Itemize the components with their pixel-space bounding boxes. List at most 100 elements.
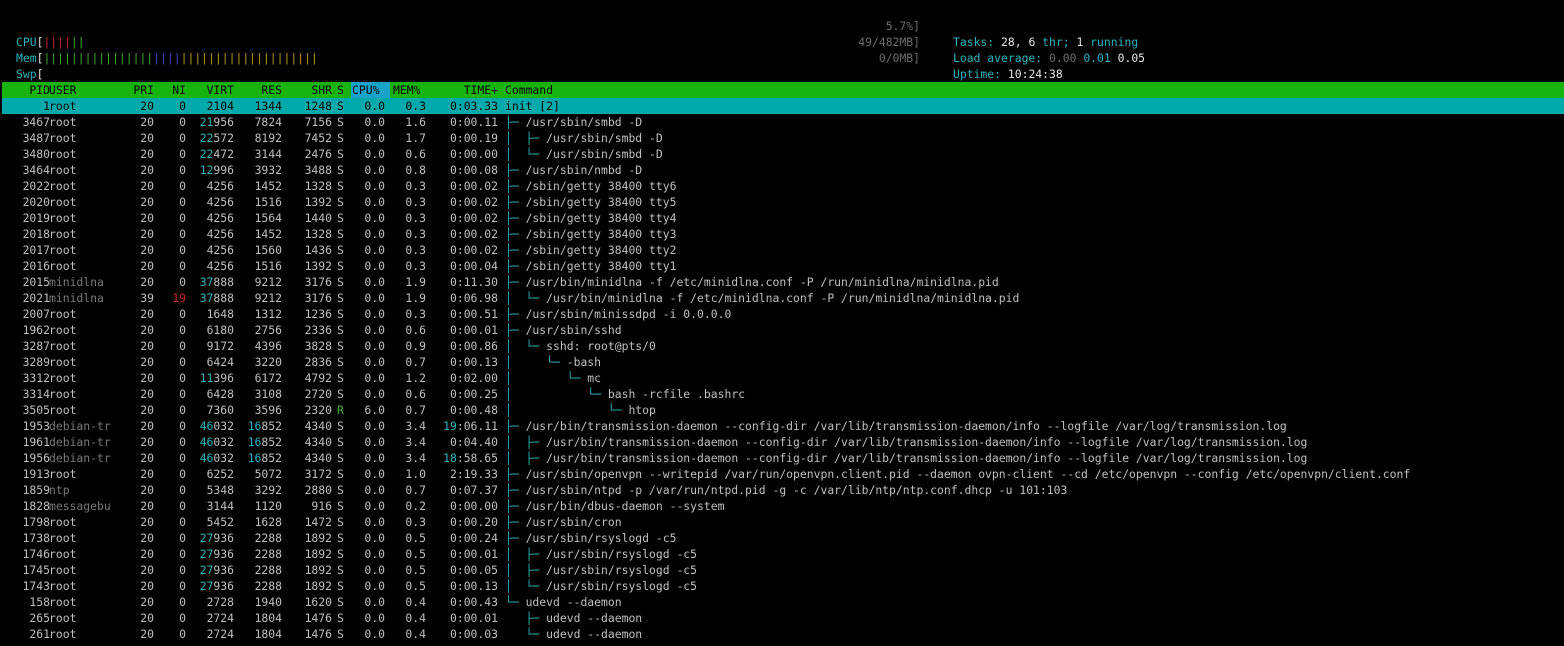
column-pri[interactable]: PRI [122, 82, 154, 98]
process-cpu: 0.0 [364, 163, 385, 177]
process-row[interactable]: 1798 root 20 0 5452 1628 1472 S 0.0 0.3 0:00.20 ├─ … [2, 514, 1564, 530]
column-time[interactable]: TIME+ [428, 82, 498, 98]
column-mem[interactable]: MEM% [393, 82, 420, 98]
process-row[interactable]: 1953 debian-tr 20 0 46032 16852 4340 S 0.0 3.4 19:… [2, 418, 1564, 434]
process-mem: 0.3 [405, 195, 426, 209]
process-shr: 2476 [304, 147, 332, 161]
process-row[interactable]: 2020 root 20 0 4256 1516 1392 S 0.0 0.3 0:00.02 ├─ … [2, 194, 1564, 210]
process-row[interactable]: 3467 root 20 0 21956 7824 7156 S 0.0 1.6 0:00.11 ├─… [2, 114, 1564, 130]
process-mem: 3.4 [405, 451, 426, 465]
process-res: 3292 [254, 483, 282, 497]
process-row[interactable]: 3505 root 20 0 7360 3596 2320 R 6.0 0.7 0:00.48 │ └… [2, 402, 1564, 418]
process-cpu: 0.0 [364, 563, 385, 577]
process-pri: 20 [140, 147, 154, 161]
process-virt: 6180 [206, 323, 234, 337]
process-state: R [337, 403, 344, 417]
process-row[interactable]: 261 root 20 0 2724 1804 1476 S 0.0 0.4 0:00.03 └─ … [2, 626, 1564, 642]
process-command-text: /sbin/getty 38400 tty1 [525, 259, 677, 273]
process-row[interactable]: 1738 root 20 0 27936 2288 1892 S 0.0 0.5 0:00.24 ├─… [2, 530, 1564, 546]
process-row[interactable]: 265 root 20 0 2724 1804 1476 S 0.0 0.4 0:00.01 ├─ … [2, 610, 1564, 626]
process-row[interactable]: 1828 messagebu 20 0 3144 1120 916 S 0.0 0.2 0:00.0… [2, 498, 1564, 514]
process-row[interactable]: 3314 root 20 0 6428 3108 2720 S 0.0 0.6 0:00.25 │ └… [2, 386, 1564, 402]
process-state: S [337, 563, 344, 577]
process-virt: 46032 [199, 435, 234, 449]
process-shr: 2320 [304, 403, 332, 417]
process-row[interactable]: 3312 root 20 0 11396 6172 4792 S 0.0 1.2 0:02.00 │ … [2, 370, 1564, 386]
process-user: root [49, 355, 77, 369]
process-mem: 0.3 [405, 243, 426, 257]
process-row[interactable]: 1913 root 20 0 6252 5072 3172 S 0.0 1.0 2:19.33 ├─ … [2, 466, 1564, 482]
process-user: root [49, 131, 77, 145]
process-row[interactable]: 1745 root 20 0 27936 2288 1892 S 0.0 0.5 0:00.05 │ … [2, 562, 1564, 578]
column-res[interactable]: RES [234, 82, 282, 98]
process-time: 0:00.51 [449, 307, 498, 321]
process-row[interactable]: 1961 debian-tr 20 0 46032 16852 4340 S 0.0 3.4 0:0… [2, 434, 1564, 450]
process-tree-branch: ├─ [505, 195, 526, 209]
process-row[interactable]: 1746 root 20 0 27936 2288 1892 S 0.0 0.5 0:00.01 │ … [2, 546, 1564, 562]
process-tree-branch: └─ [505, 595, 526, 609]
process-row[interactable]: 2022 root 20 0 4256 1452 1328 S 0.0 0.3 0:00.02 ├─ … [2, 178, 1564, 194]
column-pid[interactable]: PID [2, 82, 50, 98]
process-row[interactable]: 3287 root 20 0 9172 4396 3828 S 0.0 0.9 0:00.86 │ └… [2, 338, 1564, 354]
process-pri: 20 [140, 131, 154, 145]
process-command-text: -bash [566, 355, 602, 369]
process-time: 0:03.33 [449, 99, 498, 113]
uptime-label: Uptime: [953, 67, 1002, 81]
process-row[interactable]: 1743 root 20 0 27936 2288 1892 S 0.0 0.5 0:00.13 │ … [2, 578, 1564, 594]
process-command-text: /usr/bin/transmission-daemon --config-di… [546, 435, 1308, 449]
process-row[interactable]: 3289 root 20 0 6424 3220 2836 S 0.0 0.7 0:00.13 │ └… [2, 354, 1564, 370]
cpu-meter-value: 5.7%] [885, 19, 920, 33]
process-shr: 1620 [304, 595, 332, 609]
process-shr: 2336 [304, 323, 332, 337]
process-row[interactable]: 1859 ntp 20 0 5348 3292 2880 S 0.0 0.7 0:07.37 ├─ /… [2, 482, 1564, 498]
process-row[interactable]: 1956 debian-tr 20 0 46032 16852 4340 S 0.0 3.4 18:… [2, 450, 1564, 466]
process-row[interactable]: 2015 minidlna 20 0 37888 9212 3176 S 0.0 1.9 0:11.… [2, 274, 1564, 290]
process-virt: 6428 [206, 387, 234, 401]
cpu-meter: CPU[|||||| [16, 18, 85, 49]
process-row[interactable]: 2021 minidlna 39 19 37888 9212 3176 S 0.0 1.9 0:06… [2, 290, 1564, 306]
process-row[interactable]: 2017 root 20 0 4256 1560 1436 S 0.0 0.3 0:00.02 ├─ … [2, 242, 1564, 258]
process-row[interactable]: 1962 root 20 0 6180 2756 2336 S 0.0 0.6 0:00.01 ├─ … [2, 322, 1564, 338]
process-row[interactable]: 2016 root 20 0 4256 1516 1392 S 0.0 0.3 0:00.04 ├─ … [2, 258, 1564, 274]
process-row[interactable]: 2018 root 20 0 4256 1452 1328 S 0.0 0.3 0:00.02 ├─ … [2, 226, 1564, 242]
process-row[interactable]: 1 root 20 0 2104 1344 1248 S 0.0 0.3 0:03.33 init [… [2, 98, 1564, 114]
column-ni[interactable]: NI [152, 82, 186, 98]
process-pid: 3314 [22, 387, 50, 401]
column-virt[interactable]: VIRT [186, 82, 234, 98]
process-tree-branch: ├─ [505, 419, 526, 433]
process-state: S [337, 387, 344, 401]
process-res: 1560 [254, 243, 282, 257]
process-pid: 265 [29, 611, 50, 625]
column-user[interactable]: USER [49, 82, 129, 98]
process-virt: 46032 [199, 419, 234, 433]
process-mem: 0.6 [405, 147, 426, 161]
process-cpu: 0.0 [364, 99, 385, 113]
process-shr: 2720 [304, 387, 332, 401]
process-pid: 3312 [22, 371, 50, 385]
column-state[interactable]: S [337, 82, 347, 98]
process-command-text: /usr/sbin/rsyslogd -c5 [546, 547, 698, 561]
process-pid: 1743 [22, 579, 50, 593]
process-res: 9212 [254, 291, 282, 305]
process-command: │ └─ sshd: root@pts/0 [505, 338, 656, 354]
column-cpu[interactable]: CPU% [352, 82, 379, 98]
process-row[interactable]: 3464 root 20 0 12996 3932 3488 S 0.0 0.8 0:00.08 ├─… [2, 162, 1564, 178]
process-command: ├─ /sbin/getty 38400 tty5 [505, 194, 676, 210]
process-pri: 20 [140, 339, 154, 353]
process-ni: 0 [179, 403, 186, 417]
process-row[interactable]: 2019 root 20 0 4256 1564 1440 S 0.0 0.3 0:00.02 ├─ … [2, 210, 1564, 226]
column-command[interactable]: Command [505, 82, 553, 98]
process-tree-branch: ├─ [505, 179, 526, 193]
process-command-text: /usr/sbin/minissdpd -i 0.0.0.0 [525, 307, 732, 321]
column-shr[interactable]: SHR [282, 82, 332, 98]
process-row[interactable]: 3480 root 20 0 22472 3144 2476 S 0.0 0.6 0:00.00 │ … [2, 146, 1564, 162]
process-pid: 1828 [22, 499, 50, 513]
process-row[interactable]: 3487 root 20 0 22572 8192 7452 S 0.0 1.7 0:00.19 │ … [2, 130, 1564, 146]
process-row[interactable]: 2007 root 20 0 1648 1312 1236 S 0.0 0.3 0:00.51 ├─ … [2, 306, 1564, 322]
process-pri: 20 [140, 531, 154, 545]
process-mem: 0.3 [405, 307, 426, 321]
process-virt: 9172 [206, 339, 234, 353]
process-pri: 20 [140, 515, 154, 529]
process-virt: 22472 [199, 147, 234, 161]
process-row[interactable]: 158 root 20 0 2728 1940 1620 S 0.0 0.4 0:00.43 └─ u… [2, 594, 1564, 610]
